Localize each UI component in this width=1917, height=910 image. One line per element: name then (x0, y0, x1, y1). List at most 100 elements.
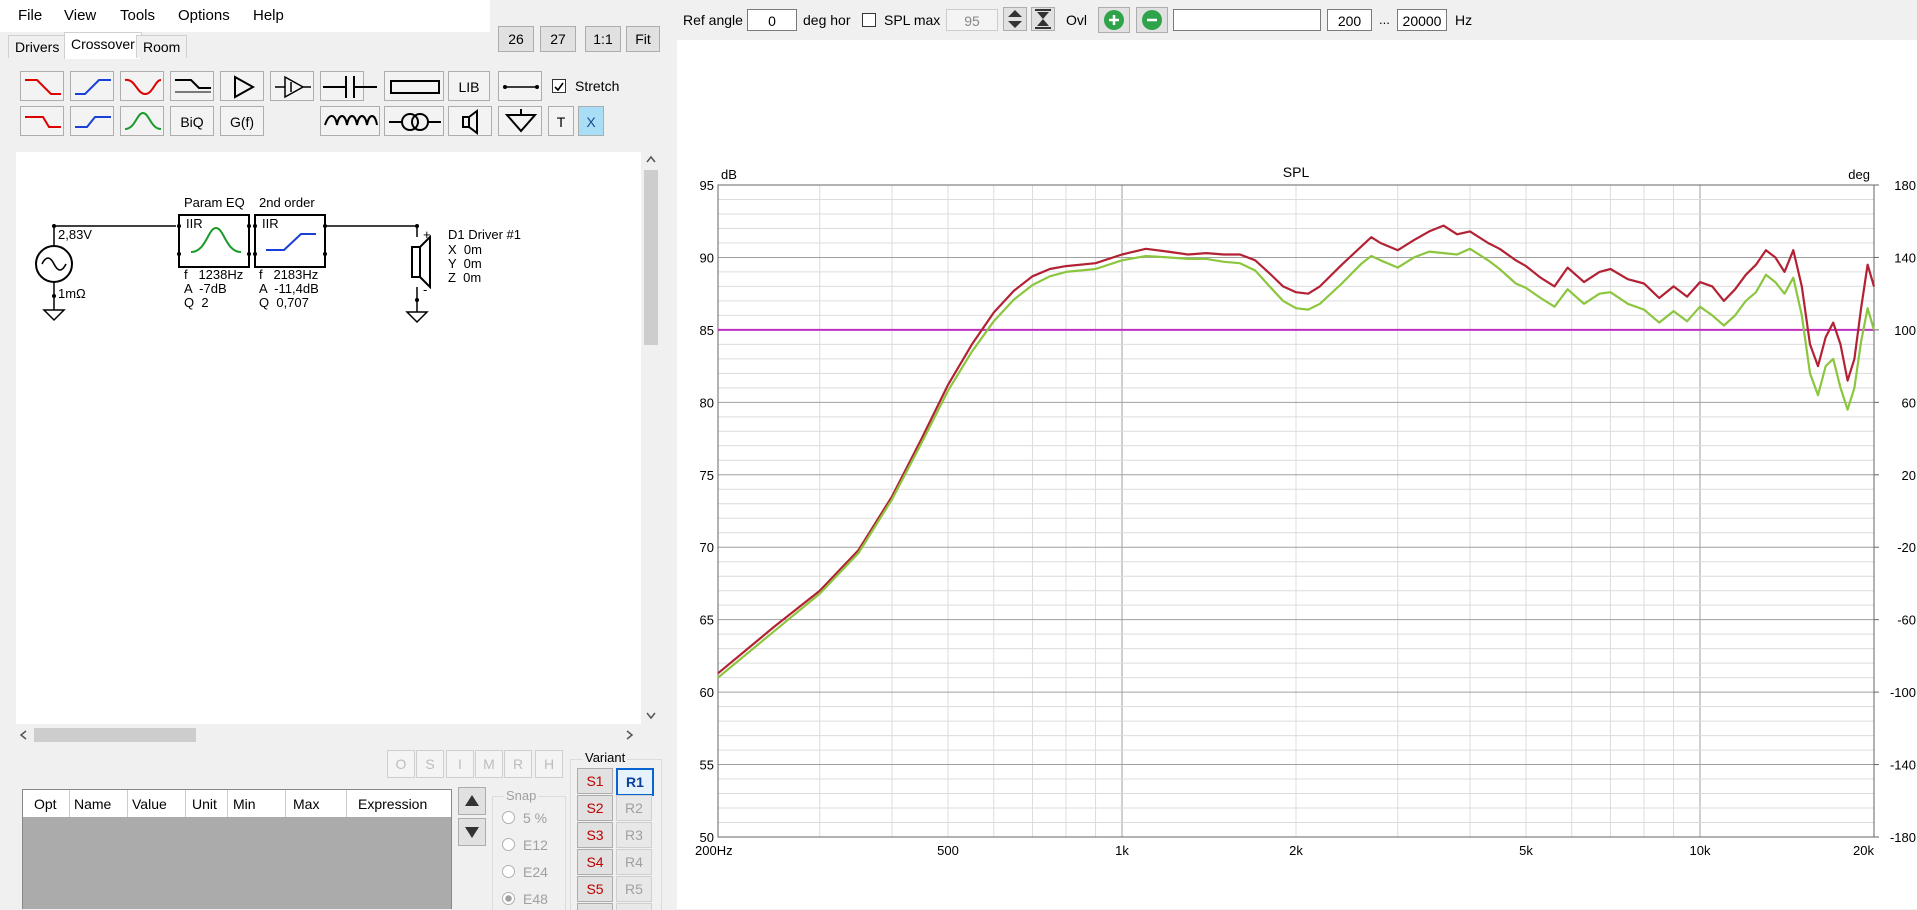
highpass-blue2-tool[interactable] (70, 106, 114, 136)
block2-gain: A -11,4dB (259, 281, 319, 296)
variant-r2-button[interactable]: R2 (616, 795, 652, 821)
optimize-h-button[interactable]: H (535, 750, 563, 778)
variant-r1-button[interactable]: R1 (616, 768, 654, 796)
move-up-button[interactable] (458, 787, 486, 815)
variant-r4-button[interactable]: R4 (616, 849, 652, 875)
variant-s4-button[interactable]: S4 (577, 849, 613, 875)
y-tick-label-right: 20 (1902, 468, 1916, 483)
optimize-r-button[interactable]: R (504, 750, 532, 778)
block1-q: Q 2 (184, 295, 209, 310)
col-max[interactable]: Max (293, 796, 319, 812)
variant-r3-button[interactable]: R3 (616, 822, 652, 848)
menu-options[interactable]: Options (178, 7, 230, 24)
move-down-button[interactable] (458, 818, 486, 846)
shelf-tool[interactable] (170, 71, 214, 101)
ground-tool[interactable] (498, 106, 542, 136)
y-tick-label-left: 60 (700, 685, 714, 700)
transfer-function-button[interactable]: G(f) (220, 106, 264, 136)
freq-min-input[interactable]: 200 (1327, 9, 1372, 31)
inductor-tool[interactable] (320, 106, 380, 136)
amplifier-icon (234, 75, 256, 99)
bandpass-green-tool[interactable] (120, 106, 164, 136)
schematic-vertical-scrollbar[interactable] (641, 152, 661, 724)
optimize-i-button[interactable]: I (446, 750, 474, 778)
snap-option-e12[interactable]: E12 (502, 837, 548, 853)
wire-icon (503, 85, 539, 89)
speaker-tool[interactable] (448, 106, 492, 136)
y-tick-label-left: 80 (700, 395, 714, 410)
y-tick-label-right: -20 (1897, 540, 1916, 555)
x-tick-label: 5k (1519, 843, 1533, 858)
amplifier-tool[interactable] (220, 71, 264, 101)
fit-button[interactable]: Fit (626, 26, 660, 52)
col-opt[interactable]: Opt (34, 796, 57, 812)
remove-overlay-button[interactable] (1136, 7, 1168, 33)
y-tick-label-left: 65 (700, 613, 714, 628)
param-grid-body[interactable] (22, 817, 452, 909)
zoom-26-button[interactable]: 26 (498, 26, 534, 52)
menu-file[interactable]: File (18, 7, 42, 24)
y-tick-label-right: -140 (1890, 758, 1916, 773)
frequency-text-input[interactable] (1173, 9, 1321, 31)
variant-s2-button[interactable]: S2 (577, 795, 613, 821)
vscroll-graphics (644, 155, 658, 720)
variant-label: Variant (583, 750, 628, 765)
variant-s1-button[interactable]: S1 (577, 768, 613, 794)
freq-max-input[interactable]: 20000 (1397, 9, 1447, 31)
snap-option-e48[interactable]: E48 (502, 891, 548, 907)
lowpass-red2-tool[interactable] (20, 106, 64, 136)
col-separator (69, 790, 70, 818)
menu-tools[interactable]: Tools (120, 7, 155, 24)
snap-option-e24[interactable]: E24 (502, 864, 548, 880)
ref-angle-input[interactable]: 0 (747, 9, 797, 31)
add-overlay-button[interactable] (1098, 7, 1130, 33)
library-button[interactable]: LIB (448, 71, 490, 101)
resistor-tool[interactable] (384, 71, 444, 101)
col-min[interactable]: Min (233, 796, 256, 812)
tab-crossover[interactable]: Crossover (64, 32, 142, 59)
delete-tool[interactable]: X (578, 106, 604, 136)
variant-r5-button[interactable]: R5 (616, 876, 652, 902)
tab-room[interactable]: Room (136, 35, 188, 58)
optimize-s-button[interactable]: S (416, 750, 444, 778)
spl-expand-button[interactable] (1031, 7, 1055, 31)
col-name[interactable]: Name (74, 796, 111, 812)
y-tick-label-left: 55 (700, 758, 714, 773)
highpass-blue-tool[interactable] (70, 71, 114, 101)
y-tick-label-left: 90 (700, 250, 714, 265)
schematic-horizontal-scrollbar[interactable] (16, 724, 641, 746)
allpass-red-tool[interactable] (120, 71, 164, 101)
variant-s3-button[interactable]: S3 (577, 822, 613, 848)
menu-help[interactable]: Help (253, 7, 284, 24)
y-tick-label-right: -100 (1890, 685, 1916, 700)
buffer-tool[interactable] (270, 71, 314, 101)
spl-max-input[interactable]: 95 (946, 9, 998, 31)
chart-title: SPL (1283, 164, 1310, 180)
spl-chart-area[interactable]: SPL dB deg 95 90 85 80 75 70 65 60 55 50 180 140 100 60 2… (677, 40, 1917, 909)
text-tool[interactable]: T (548, 106, 574, 136)
tab-drivers[interactable]: Drivers (8, 35, 67, 58)
y-tick-label-right: 100 (1894, 323, 1916, 338)
spl-chart[interactable]: SPLdB deg95908580757065605550180140100602… (677, 40, 1917, 909)
spl-spin-button[interactable] (1003, 7, 1027, 31)
wire-tool[interactable] (498, 71, 542, 101)
stretch-checkbox[interactable] (552, 79, 566, 93)
optimize-m-button[interactable]: M (475, 750, 503, 778)
col-expression[interactable]: Expression (358, 796, 427, 812)
transformer-tool[interactable] (384, 106, 444, 136)
zoom-27-button[interactable]: 27 (540, 26, 576, 52)
zoom-1to1-button[interactable]: 1:1 (585, 26, 621, 52)
optimize-o-button[interactable]: O (387, 750, 415, 778)
driver-y: Y 0m (448, 256, 482, 271)
biquad-button[interactable]: BiQ (170, 106, 214, 136)
col-unit[interactable]: Unit (192, 796, 217, 812)
variant-s5-button[interactable]: S5 (577, 876, 613, 902)
schematic-canvas[interactable]: 2,83V 1mΩ Param EQ IIR f 1238Hz A -7dB Q… (16, 152, 641, 724)
spl-max-checkbox[interactable] (862, 13, 876, 27)
capacitor-tool[interactable] (320, 71, 377, 101)
col-value[interactable]: Value (132, 796, 167, 812)
menu-view[interactable]: View (64, 7, 96, 24)
lowpass-red-tool[interactable] (20, 71, 64, 101)
y-tick-label-right: -180 (1890, 830, 1916, 845)
snap-option-5[interactable]: 5 % (502, 810, 547, 826)
